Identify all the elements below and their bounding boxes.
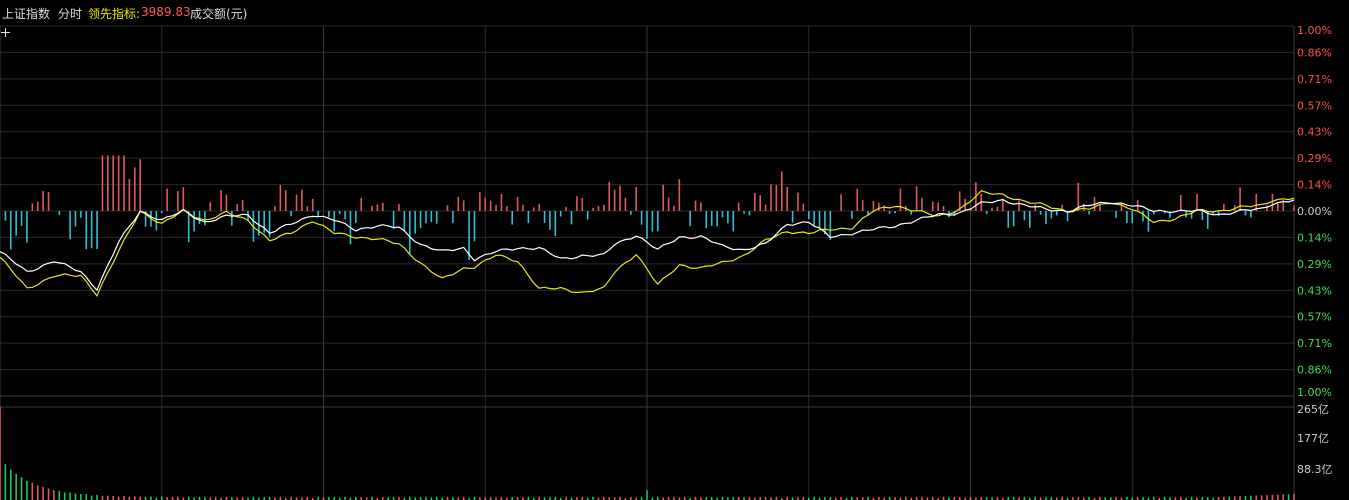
axis-tick-label: 0.71% bbox=[1297, 73, 1332, 86]
axis-tick-label: 0.71% bbox=[1297, 337, 1332, 350]
volume-axis-label: 88.3亿 bbox=[1297, 463, 1333, 476]
axis-tick-label: 0.57% bbox=[1297, 311, 1332, 324]
axis-tick-label: 1.00% bbox=[1297, 386, 1332, 399]
axis-tick-label: 0.14% bbox=[1297, 179, 1332, 192]
axis-tick-label: 1.00% bbox=[1297, 24, 1332, 37]
axis-tick-label: 0.86% bbox=[1297, 46, 1332, 59]
axis-tick-label: 0.14% bbox=[1297, 231, 1332, 244]
axis-tick-label: 0.29% bbox=[1297, 152, 1332, 165]
axis-tick-label: 0.43% bbox=[1297, 126, 1332, 139]
chart-grid bbox=[0, 25, 1295, 500]
volume-axis-label: 265亿 bbox=[1297, 403, 1329, 416]
axis-tick-label: 0.43% bbox=[1297, 284, 1332, 297]
axis-tick-label: 0.00% bbox=[1297, 205, 1332, 218]
axis-tick-label: 0.29% bbox=[1297, 258, 1332, 271]
axis-tick-label: 0.86% bbox=[1297, 364, 1332, 377]
percent-axis: 1.00% 0.86% 0.71% 0.57% 0.43% 0.29% 0.14% 0.00%… bbox=[1297, 24, 1332, 399]
volume-axis: 265亿 177亿 88.3亿 bbox=[1297, 403, 1333, 476]
intraday-chart[interactable]: 1.00% 0.86% 0.71% 0.57% 0.43% 0.29% 0.14% 0.00%… bbox=[0, 0, 1349, 500]
volume-axis-label: 177亿 bbox=[1297, 432, 1329, 445]
axis-tick-label: 0.57% bbox=[1297, 99, 1332, 112]
